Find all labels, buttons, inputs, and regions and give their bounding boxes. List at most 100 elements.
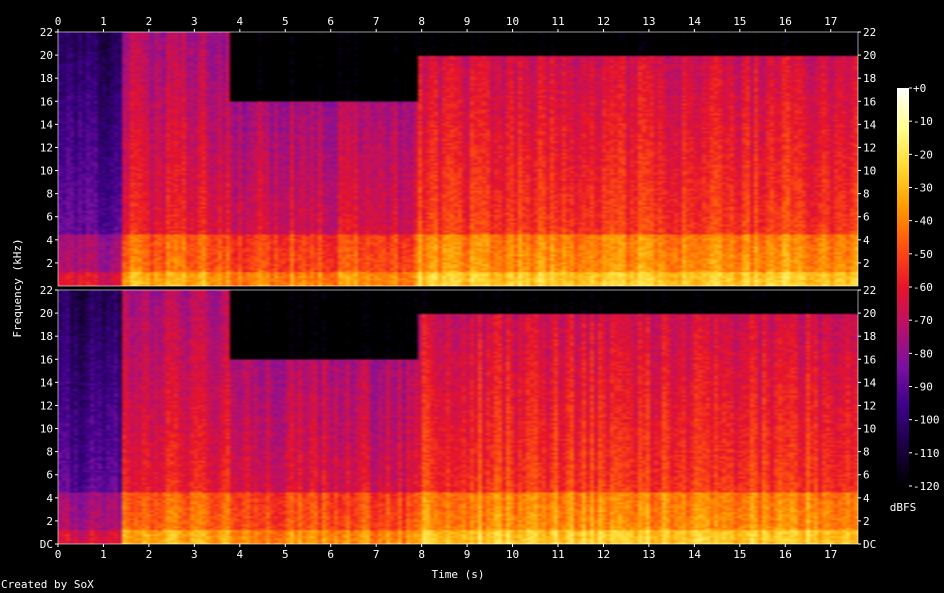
y-tick-label-left: 20: [40, 49, 53, 62]
x-tick-label-bottom: 5: [282, 548, 289, 561]
y-tick-label-right: 18: [863, 330, 876, 343]
y-tick-label-left: 4: [46, 234, 53, 247]
x-tick-label-top: 1: [100, 15, 107, 28]
x-tick-label-top: 8: [418, 15, 425, 28]
y-tick-label-right: 8: [863, 188, 870, 201]
y-axis-label: Frequency (kHz): [11, 238, 24, 337]
y-tick-label-right: 10: [863, 423, 876, 436]
x-tick-label-bottom: 2: [146, 548, 153, 561]
colorbar-label: dBFS: [890, 501, 917, 514]
y-tick-label-left: 18: [40, 330, 53, 343]
y-tick-label-left: 12: [40, 399, 53, 412]
y-tick-label-left: 8: [46, 188, 53, 201]
x-tick-label-top: 11: [551, 15, 564, 28]
y-tick-label-right: 2: [863, 515, 870, 528]
colorbar-tick-label: -10: [913, 115, 933, 128]
x-tick-label-bottom: 8: [418, 548, 425, 561]
x-tick-label-bottom: 4: [237, 548, 244, 561]
y-tick-label-left: DC: [40, 538, 53, 551]
spectrogram-channel-1: [58, 32, 858, 286]
colorbar-tick-label: -60: [913, 281, 933, 294]
y-tick-label-left: 12: [40, 141, 53, 154]
x-tick-label-bottom: 7: [373, 548, 380, 561]
credit-text: Created by SoX: [1, 578, 94, 591]
y-tick-label-right: 20: [863, 49, 876, 62]
y-tick-label-left: 16: [40, 95, 53, 108]
y-tick-label-right: 4: [863, 492, 870, 505]
x-tick-label-top: 12: [597, 15, 610, 28]
x-tick-label-top: 17: [824, 15, 837, 28]
colorbar-tick-label: +0: [913, 82, 926, 95]
x-tick-label-top: 16: [779, 15, 792, 28]
colorbar-tick-label: -80: [913, 347, 933, 360]
colorbar-gradient: [897, 88, 909, 486]
y-tick-label-right: 12: [863, 141, 876, 154]
x-tick-label-bottom: 17: [824, 548, 837, 561]
colorbar-tick-label: -110: [913, 447, 940, 460]
y-tick-label-right: 6: [863, 469, 870, 482]
y-tick-label-right: 14: [863, 118, 877, 131]
y-tick-label-left: 22: [40, 284, 53, 297]
x-tick-label-top: 6: [327, 15, 334, 28]
x-tick-label-top: 9: [464, 15, 471, 28]
y-tick-label-left: 6: [46, 469, 53, 482]
y-tick-label-left: 10: [40, 165, 53, 178]
y-tick-label-right: 14: [863, 376, 877, 389]
y-tick-label-left: 2: [46, 515, 53, 528]
y-tick-label-left: 8: [46, 446, 53, 459]
x-tick-label-bottom: 0: [55, 548, 62, 561]
x-tick-label-top: 15: [733, 15, 746, 28]
y-tick-label-right: 6: [863, 211, 870, 224]
y-tick-label-left: 18: [40, 72, 53, 85]
y-tick-label-right: 8: [863, 446, 870, 459]
x-tick-label-top: 14: [688, 15, 702, 28]
x-tick-label-top: 0: [55, 15, 62, 28]
colorbar: +0 -10 -20 -30 -40 -50 -60 -70 -80 -90 -100 -110 -12…: [890, 82, 940, 514]
y-tick-label-right: 16: [863, 95, 876, 108]
x-tick-label-top: 3: [191, 15, 198, 28]
colorbar-tick-label: -70: [913, 314, 933, 327]
y-tick-label-right: 2: [863, 257, 870, 270]
y-tick-label-right: 16: [863, 353, 876, 366]
colorbar-tick-label: -20: [913, 148, 933, 161]
spectrogram-chart: 0011223344556677889910101111121213131414…: [11, 15, 940, 581]
y-tick-label-left: 2: [46, 257, 53, 270]
x-tick-label-bottom: 1: [100, 548, 107, 561]
y-tick-label-left: 22: [40, 26, 53, 39]
y-tick-label-left: 14: [40, 376, 54, 389]
x-tick-label-top: 2: [146, 15, 153, 28]
x-tick-label-bottom: 14: [688, 548, 702, 561]
x-tick-label-top: 4: [237, 15, 244, 28]
x-tick-label-bottom: 15: [733, 548, 746, 561]
y-tick-label-right: 4: [863, 234, 870, 247]
y-tick-label-right: 22: [863, 284, 876, 297]
x-tick-label-bottom: 11: [551, 548, 564, 561]
x-tick-label-top: 13: [642, 15, 655, 28]
y-tick-label-right: 20: [863, 307, 876, 320]
x-tick-label-bottom: 12: [597, 548, 610, 561]
x-tick-label-bottom: 13: [642, 548, 655, 561]
x-tick-label-bottom: 10: [506, 548, 519, 561]
y-tick-label-right: 22: [863, 26, 876, 39]
y-tick-label-left: 20: [40, 307, 53, 320]
colorbar-tick-label: -30: [913, 182, 933, 195]
colorbar-tick-label: -50: [913, 248, 933, 261]
colorbar-tick-label: -100: [913, 414, 940, 427]
x-tick-label-top: 10: [506, 15, 519, 28]
y-tick-label-left: 4: [46, 492, 53, 505]
y-tick-label-right: 10: [863, 165, 876, 178]
colorbar-tick-label: -120: [913, 480, 940, 493]
y-tick-label-left: 6: [46, 211, 53, 224]
x-tick-label-bottom: 9: [464, 548, 471, 561]
y-tick-label-right: DC: [863, 538, 876, 551]
spectrogram-channel-2: [58, 290, 858, 544]
x-tick-label-top: 5: [282, 15, 289, 28]
y-tick-label-left: 16: [40, 353, 53, 366]
x-axis-label: Time (s): [432, 568, 485, 581]
y-tick-label-left: 10: [40, 423, 53, 436]
x-tick-label-bottom: 16: [779, 548, 792, 561]
colorbar-tick-label: -90: [913, 381, 933, 394]
x-tick-label-bottom: 3: [191, 548, 198, 561]
y-tick-label-left: 14: [40, 118, 54, 131]
colorbar-tick-label: -40: [913, 215, 933, 228]
